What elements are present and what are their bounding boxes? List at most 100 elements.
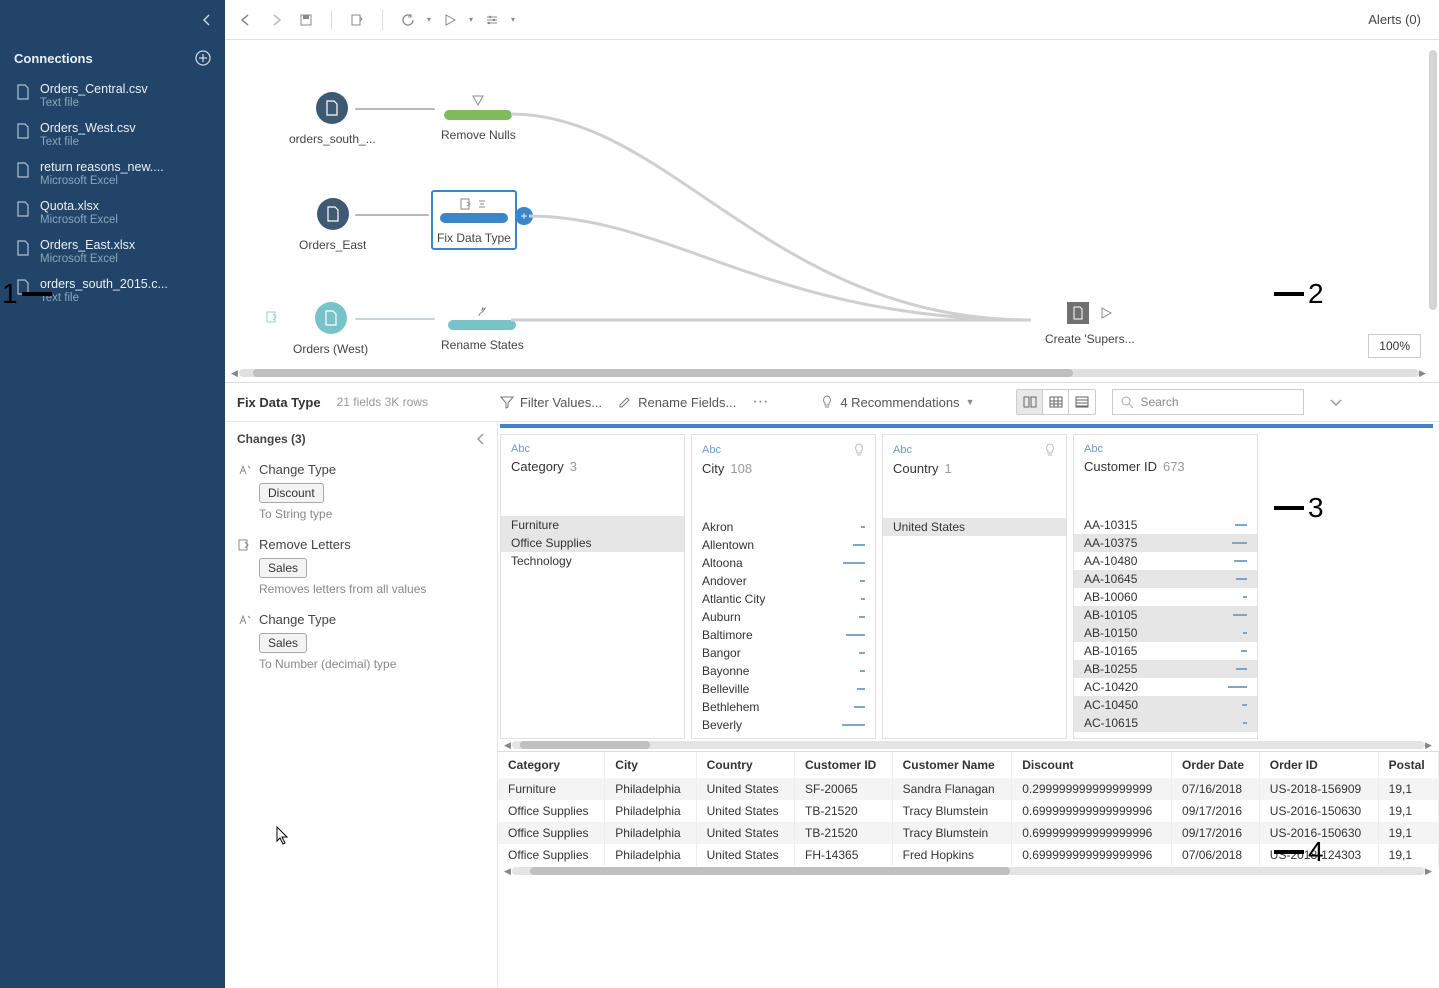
- connection-item[interactable]: Orders_Central.csv Text file: [0, 76, 225, 115]
- grid-cell: Tracy Blumstein: [892, 800, 1012, 822]
- flow-horizontal-scrollbar[interactable]: ◀▶: [231, 368, 1427, 378]
- flow-vertical-scrollbar[interactable]: [1429, 50, 1437, 310]
- search-input[interactable]: Search: [1112, 389, 1304, 415]
- profile-value[interactable]: Belleville: [692, 680, 875, 698]
- field-name: Country: [893, 461, 939, 476]
- change-item[interactable]: Remove Letters Sales Removes letters fro…: [225, 531, 497, 606]
- run-output-button[interactable]: [1099, 306, 1113, 320]
- profile-value[interactable]: AB-10165: [1074, 642, 1257, 660]
- change-field-pill: Sales: [259, 558, 307, 578]
- profile-value[interactable]: Akron: [692, 518, 875, 536]
- grid-cell: 09/17/2016: [1172, 822, 1260, 844]
- recommendations-button[interactable]: 4 Recommendations ▼: [820, 395, 974, 410]
- more-options-button[interactable]: ···: [752, 393, 768, 411]
- view-profile-button[interactable]: [1017, 390, 1043, 414]
- alerts-label[interactable]: Alerts (0): [1368, 12, 1429, 27]
- collapse-changes-button[interactable]: [477, 433, 485, 445]
- profile-card[interactable]: Abc Category3 FurnitureOffice SuppliesTe…: [500, 434, 685, 739]
- filter-values-button[interactable]: Filter Values...: [500, 395, 602, 410]
- forward-button[interactable]: [265, 9, 287, 31]
- connection-item[interactable]: Quota.xlsx Microsoft Excel: [0, 193, 225, 232]
- field-type-label: Abc: [1084, 443, 1103, 455]
- step-meta: 21 fields 3K rows: [337, 395, 428, 409]
- input-node-orders-east[interactable]: Orders_East: [299, 198, 366, 252]
- profile-value[interactable]: AB-10150: [1074, 624, 1257, 642]
- grid-header[interactable]: Country: [696, 752, 794, 778]
- table-row[interactable]: FurniturePhiladelphiaUnited StatesSF-200…: [498, 778, 1439, 800]
- profile-value[interactable]: Bangor: [692, 644, 875, 662]
- profile-value[interactable]: Bayonne: [692, 662, 875, 680]
- view-list-button[interactable]: [1043, 390, 1069, 414]
- profile-card[interactable]: Abc City108 AkronAllentownAltoonaAndover…: [691, 434, 876, 739]
- output-node[interactable]: Create 'Supers...: [1045, 302, 1135, 346]
- lightbulb-icon[interactable]: [853, 443, 865, 457]
- profile-value[interactable]: AB-10060: [1074, 588, 1257, 606]
- save-button[interactable]: [295, 9, 317, 31]
- profile-value[interactable]: Bethlehem: [692, 698, 875, 716]
- profile-value[interactable]: Auburn: [692, 608, 875, 626]
- sidebar-collapse-button[interactable]: [0, 0, 225, 40]
- field-name: City: [702, 461, 724, 476]
- grid-cell: 0.299999999999999999: [1012, 778, 1172, 800]
- profile-value[interactable]: Altoona: [692, 554, 875, 572]
- connection-item[interactable]: Orders_East.xlsx Microsoft Excel: [0, 232, 225, 271]
- add-connection-button[interactable]: [195, 50, 211, 66]
- profile-value[interactable]: Allentown: [692, 536, 875, 554]
- step-fix-data-type[interactable]: Fix Data Type: [431, 190, 517, 250]
- data-sample-button[interactable]: [346, 9, 368, 31]
- back-button[interactable]: [235, 9, 257, 31]
- profile-value[interactable]: AB-10255: [1074, 660, 1257, 678]
- input-node-orders-west[interactable]: Orders (West): [293, 302, 368, 356]
- expand-toggle[interactable]: [1330, 397, 1342, 407]
- profile-value[interactable]: Andover: [692, 572, 875, 590]
- profile-card[interactable]: Abc Customer ID673 AA-10315AA-10375AA-10…: [1073, 434, 1258, 739]
- connection-item[interactable]: Orders_West.csv Text file: [0, 115, 225, 154]
- connection-item[interactable]: return reasons_new.... Microsoft Excel: [0, 154, 225, 193]
- profile-value[interactable]: Technology: [501, 552, 684, 570]
- connections-header: Connections: [0, 40, 225, 76]
- profile-value[interactable]: AB-10105: [1074, 606, 1257, 624]
- grid-header[interactable]: Discount: [1012, 752, 1172, 778]
- profile-value[interactable]: AA-10375: [1074, 534, 1257, 552]
- profile-value[interactable]: Furniture: [501, 516, 684, 534]
- profile-value[interactable]: AA-10645: [1074, 570, 1257, 588]
- profile-horizontal-scrollbar[interactable]: ◀▶: [498, 739, 1439, 751]
- edge: [355, 108, 435, 110]
- grid-header[interactable]: Customer Name: [892, 752, 1012, 778]
- profile-value[interactable]: AA-10315: [1074, 516, 1257, 534]
- view-grid-button[interactable]: [1069, 390, 1095, 414]
- change-desc: To Number (decimal) type: [259, 657, 485, 671]
- grid-header[interactable]: Category: [498, 752, 605, 778]
- grid-header[interactable]: City: [605, 752, 696, 778]
- grid-header[interactable]: Postal: [1378, 752, 1438, 778]
- flow-canvas[interactable]: orders_south_... Remove Nulls Orders_Eas…: [225, 40, 1439, 382]
- input-node-orders-south[interactable]: orders_south_...: [289, 92, 376, 146]
- change-item[interactable]: Change Type Sales To Number (decimal) ty…: [225, 606, 497, 681]
- table-row[interactable]: Office SuppliesPhiladelphiaUnited States…: [498, 800, 1439, 822]
- profile-value[interactable]: AC-10615: [1074, 714, 1257, 732]
- profile-value[interactable]: Baltimore: [692, 626, 875, 644]
- refresh-button[interactable]: [397, 9, 419, 31]
- profile-value[interactable]: Atlantic City: [692, 590, 875, 608]
- rename-fields-button[interactable]: Rename Fields...: [618, 395, 736, 410]
- field-count: 673: [1163, 459, 1185, 474]
- grid-header[interactable]: Order ID: [1259, 752, 1378, 778]
- profile-value[interactable]: AC-10420: [1074, 678, 1257, 696]
- grid-header[interactable]: Customer ID: [795, 752, 893, 778]
- field-type-label: Abc: [511, 443, 530, 455]
- run-flow-button[interactable]: [439, 9, 461, 31]
- zoom-level[interactable]: 100%: [1368, 334, 1421, 358]
- lightbulb-icon[interactable]: [1044, 443, 1056, 457]
- grid-header[interactable]: Order Date: [1172, 752, 1260, 778]
- step-remove-nulls[interactable]: Remove Nulls: [441, 92, 516, 142]
- profile-value[interactable]: Office Supplies: [501, 534, 684, 552]
- profile-value[interactable]: United States: [883, 518, 1066, 536]
- profile-value[interactable]: AA-10480: [1074, 552, 1257, 570]
- settings-button[interactable]: [481, 9, 503, 31]
- profile-value[interactable]: Beverly: [692, 716, 875, 734]
- profile-value[interactable]: AC-10450: [1074, 696, 1257, 714]
- change-item[interactable]: Change Type Discount To String type: [225, 456, 497, 531]
- profile-card[interactable]: Abc Country1 United States: [882, 434, 1067, 739]
- field-name: Customer ID: [1084, 459, 1157, 474]
- change-type-icon: [237, 538, 251, 552]
